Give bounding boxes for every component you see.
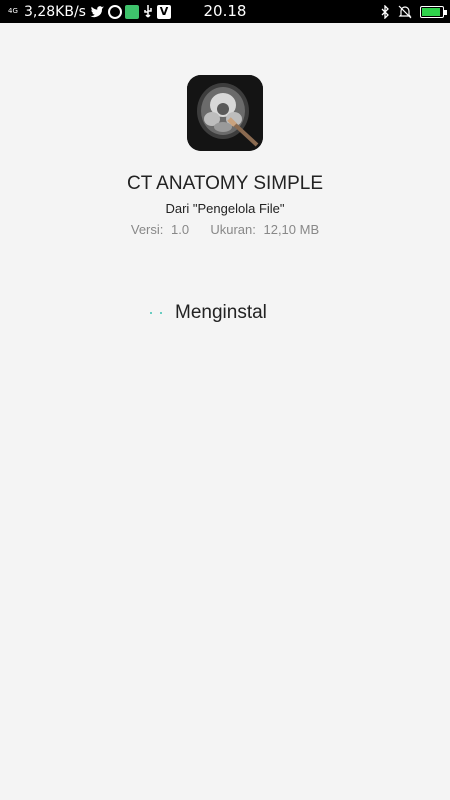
version-value: 1.0 [171,222,190,237]
status-bar: 4G 3,28KB/s V 20.18 [0,0,450,23]
app-source: Dari "Pengelola File" [165,201,285,216]
app-meta: Versi: 1.0 Ukuran: 12,10 MB [0,222,450,237]
app-name: CT ANATOMY SIMPLE [126,173,324,194]
version-label: Versi: [130,222,164,237]
battery-fill [422,7,440,16]
install-status: Menginstal [148,301,267,325]
loading-spinner-icon [148,308,166,318]
status-bar-right [380,0,447,23]
ct-scan-icon [187,75,263,151]
size-value: 12,10 MB [263,222,320,237]
bluetooth-icon [380,4,390,19]
battery-tip [444,9,447,15]
battery-icon [420,5,447,18]
notification-muted-icon [398,5,412,19]
size-label: Ukuran: [210,222,256,237]
install-status-label: Menginstal [175,302,267,323]
